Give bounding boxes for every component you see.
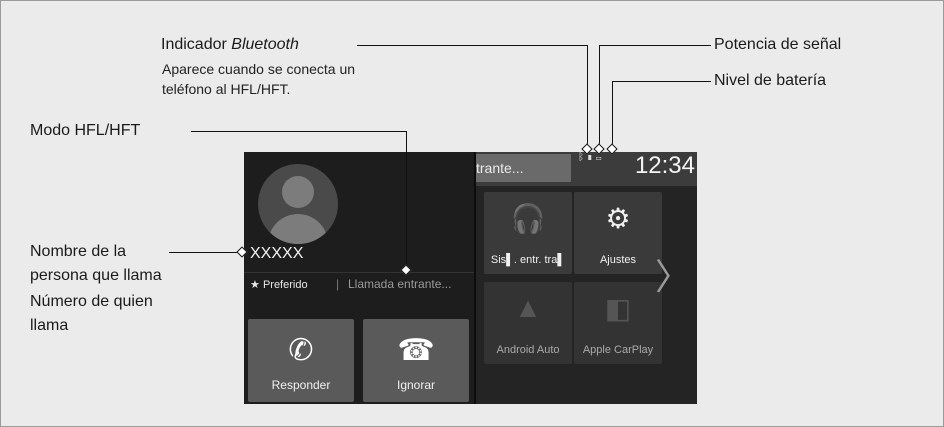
- tile-android-auto-label: Android Auto: [496, 344, 560, 356]
- caller-number-label-2: llama: [30, 317, 69, 334]
- leader-signal-v: [599, 45, 600, 149]
- caller-name-label-1: Nombre de la: [30, 243, 127, 260]
- bluetooth-icon: ᛒ: [578, 152, 584, 163]
- avatar-head: [282, 176, 314, 208]
- avatar: [258, 164, 338, 244]
- status-separator: |: [336, 277, 340, 291]
- android-auto-icon: ▲: [514, 292, 542, 323]
- caller-name-label-2: persona que llama: [30, 267, 162, 284]
- status-bar: trante... ᛒ ▮ ▭ 12:34: [476, 152, 697, 186]
- clock: 12:34: [634, 152, 695, 179]
- leader-battery-h: [612, 81, 711, 82]
- leader-hfl-v: [406, 131, 407, 269]
- tile-apple-carplay-label: Apple CarPlay: [582, 344, 654, 356]
- leader-bluetooth-h: [357, 45, 587, 46]
- infotainment-screen: XXXXX ★ Preferido | Llamada entrante... …: [244, 152, 697, 404]
- leader-bluetooth-v: [587, 45, 588, 149]
- tile-audio[interactable]: 🎧 Sis▌. entr. tra▌: [484, 192, 572, 274]
- tile-settings-label: Ajustes: [599, 254, 637, 266]
- signal-strength-label: Potencia de señal: [714, 36, 842, 53]
- phone-answer-icon: ✆: [288, 334, 314, 367]
- favorite-badge: ★ Preferido: [250, 278, 308, 291]
- chevron-right-icon[interactable]: 〉: [655, 248, 691, 300]
- ignore-button[interactable]: ☎ Ignorar: [363, 319, 469, 402]
- incoming-call-banner[interactable]: trante...: [476, 154, 571, 182]
- leader-signal-h: [599, 45, 711, 46]
- ignore-label: Ignorar: [396, 378, 436, 392]
- answer-button[interactable]: ✆ Responder: [248, 319, 354, 402]
- phone-hangup-icon: ☎: [397, 334, 435, 367]
- tile-android-auto[interactable]: ▲ Android Auto: [484, 282, 572, 364]
- bluetooth-note-line2: teléfono al HFL/HFT.: [162, 81, 291, 97]
- star-icon: ★: [250, 279, 260, 291]
- home-panel: trante... ᛒ ▮ ▭ 12:34 🎧 Sis▌. entr. tra▌…: [476, 152, 697, 404]
- leader-battery-v: [612, 81, 613, 149]
- bluetooth-note-line1: Aparece cuando se conecta un: [162, 61, 356, 77]
- tile-apple-carplay[interactable]: ◧ Apple CarPlay: [574, 282, 662, 364]
- leader-caller-h: [169, 252, 242, 253]
- caller-number-label-1: Número de quien: [30, 293, 153, 310]
- avatar-body: [268, 214, 328, 244]
- caller-name: XXXXX: [250, 245, 304, 262]
- tile-settings[interactable]: ⚙ Ajustes: [574, 192, 662, 274]
- divider: [244, 272, 474, 273]
- call-status: Llamada entrante...: [348, 277, 452, 291]
- gear-icon: ⚙: [605, 203, 631, 234]
- leader-hfl-h: [191, 131, 406, 132]
- diagram-frame: Indicador Bluetooth Aparece cuando se co…: [0, 0, 944, 427]
- answer-label: Responder: [271, 378, 331, 392]
- tile-audio-label: Sis▌. entr. tra▌: [490, 254, 566, 266]
- favorite-label: Preferido: [262, 279, 308, 291]
- apple-carplay-icon: ◧: [604, 293, 632, 324]
- hfl-mode-label: Modo HFL/HFT: [30, 122, 141, 139]
- bluetooth-indicator-label: Indicador Bluetooth: [161, 36, 299, 53]
- incoming-call-panel: XXXXX ★ Preferido | Llamada entrante... …: [244, 152, 474, 404]
- headphones-icon: 🎧: [510, 203, 546, 234]
- battery-level-label: Nivel de batería: [714, 72, 827, 89]
